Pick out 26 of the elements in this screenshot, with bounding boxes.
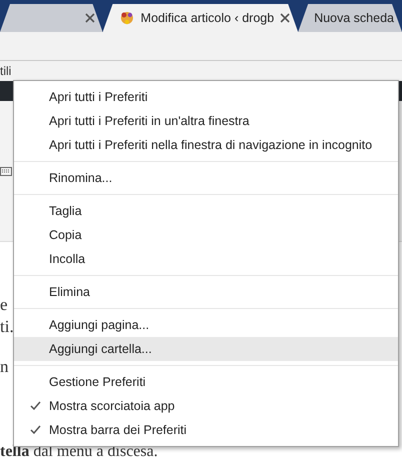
keyboard-icon[interactable] — [0, 165, 12, 177]
menu-item[interactable]: Apri tutti i Preferiti nella finestra di navigazione in incognito — [14, 133, 398, 157]
menu-item[interactable]: Apri tutti i Preferiti — [14, 85, 398, 109]
close-icon[interactable] — [280, 13, 290, 23]
close-icon[interactable] — [84, 13, 95, 23]
bookmark-label[interactable]: tili — [0, 64, 12, 78]
tab-title: Modifica articolo ‹ drogb — [140, 11, 274, 25]
menu-item[interactable]: Incolla — [14, 247, 398, 271]
menu-item[interactable]: Aggiungi cartella... — [14, 337, 398, 361]
tab-title: Nuova scheda — [314, 11, 394, 25]
menu-item[interactable]: Rinomina... — [14, 166, 398, 190]
menu-item[interactable]: Aggiungi pagina... — [14, 313, 398, 337]
menu-item[interactable]: Mostra scorciatoia app — [14, 394, 398, 418]
browser-tab[interactable] — [0, 4, 103, 32]
browser-tab[interactable]: Nuova scheda — [298, 4, 402, 32]
article-text: e — [0, 294, 8, 316]
menu-item[interactable]: Mostra barra dei Preferiti — [14, 418, 398, 442]
article-text: n — [0, 356, 8, 378]
menu-item[interactable]: Elimina — [14, 280, 398, 304]
browser-tab[interactable]: Modifica articolo ‹ drogb — [102, 4, 298, 32]
article-text: ti. — [0, 316, 14, 338]
favicon-icon — [118, 10, 135, 26]
menu-item[interactable]: Gestione Preferiti — [14, 370, 398, 394]
menu-item[interactable]: Taglia — [14, 199, 398, 223]
menu-item[interactable]: Copia — [14, 223, 398, 247]
menu-item[interactable]: Apri tutti i Preferiti in un'altra finestra — [14, 109, 398, 133]
